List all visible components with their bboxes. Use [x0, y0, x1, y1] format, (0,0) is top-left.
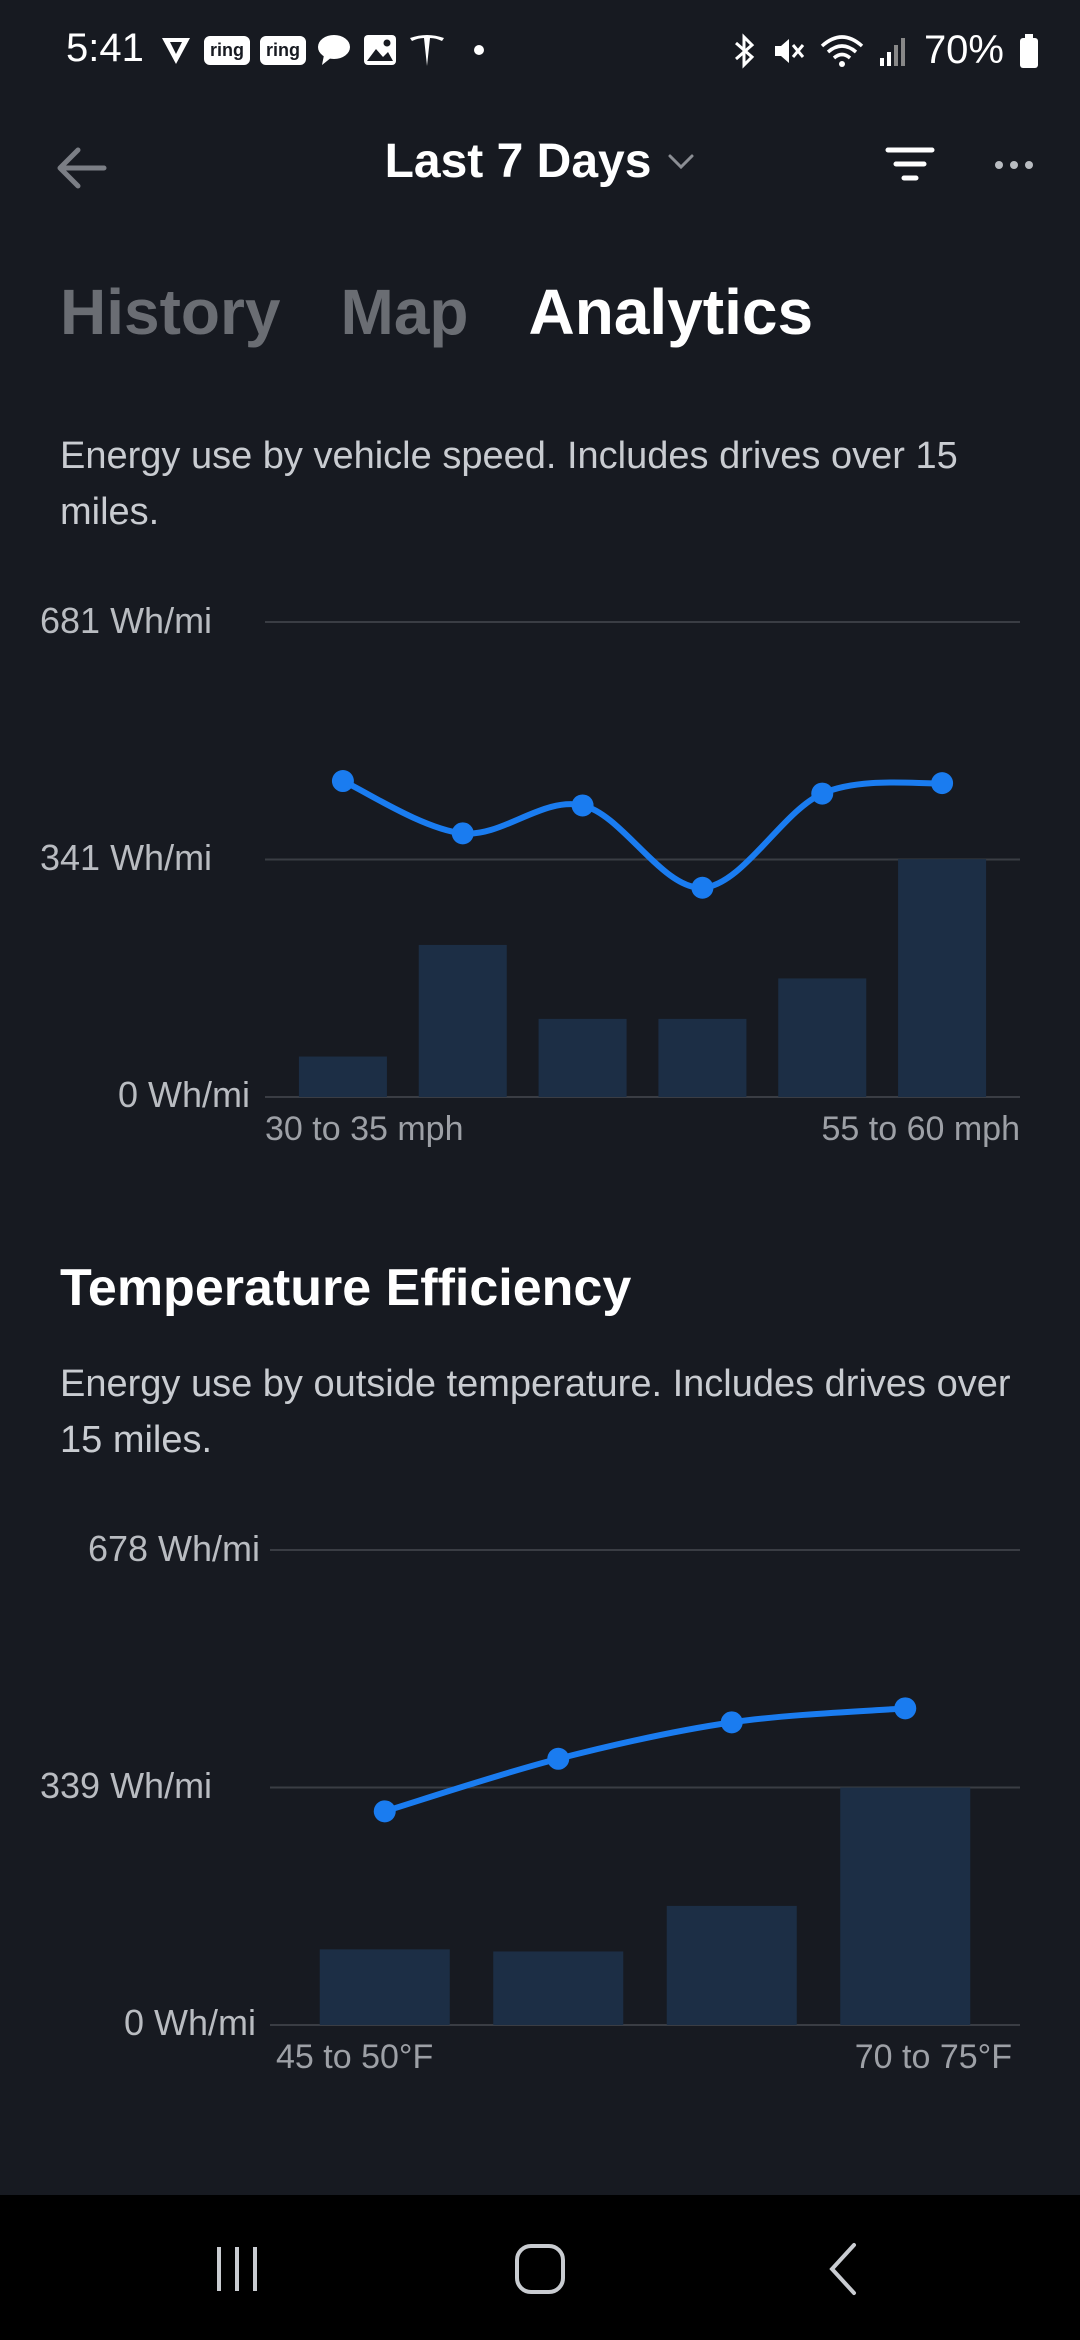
- bar: [493, 1951, 624, 2025]
- ring-icon: ring: [204, 35, 250, 65]
- x-tick-label: 45 to 50°F: [276, 2038, 434, 2076]
- y-tick-label: 339 Wh/mi: [40, 1765, 213, 1806]
- view-tabs: History Map Analytics: [60, 280, 813, 344]
- system-navigation-bar: [0, 2195, 1080, 2340]
- tab-map[interactable]: Map: [341, 280, 469, 344]
- temperature-chart-description: Energy use by outside temperature. Inclu…: [60, 1363, 1011, 1461]
- image-icon: [362, 33, 398, 67]
- data-point: [547, 1747, 570, 1770]
- filter-button[interactable]: [884, 142, 936, 188]
- more-notifications-dot: [474, 45, 484, 55]
- data-point: [373, 1800, 396, 1823]
- x-tick-label: 30 to 35 mph: [265, 1110, 464, 1148]
- status-time: 5:41: [66, 26, 144, 70]
- bar: [319, 1949, 450, 2025]
- speed-chart-description: Energy use by vehicle speed. Includes dr…: [60, 435, 958, 533]
- data-point: [331, 770, 354, 793]
- mute-icon: [772, 34, 806, 68]
- wifi-icon: [820, 34, 864, 68]
- bar: [298, 1056, 387, 1097]
- data-point: [451, 822, 474, 845]
- battery-icon: [1018, 33, 1040, 69]
- system-icons: 70%: [732, 28, 1040, 73]
- data-point: [571, 794, 594, 817]
- tab-analytics[interactable]: Analytics: [529, 280, 814, 344]
- speed-efficiency-chart: 681 Wh/mi 341 Wh/mi 0 Wh/mi 30 to 35 mph…: [0, 580, 1080, 1180]
- more-options-button[interactable]: [994, 158, 1034, 172]
- y-tick-label: 678 Wh/mi: [87, 1528, 260, 1569]
- x-tick-label: 55 to 60 mph: [821, 1110, 1020, 1148]
- date-range-label: Last 7 Days: [384, 135, 652, 188]
- x-tick-label: 70 to 75°F: [854, 2038, 1012, 2076]
- series-line: [381, 1705, 909, 1815]
- recent-apps-button[interactable]: [202, 2239, 272, 2299]
- bar: [538, 1018, 627, 1097]
- temperature-efficiency-chart: 678 Wh/mi 339 Wh/mi 0 Wh/mi 45 to 50°F 7…: [0, 1508, 1080, 2108]
- status-bar: 5:41 ring ring 70%: [0, 0, 1080, 105]
- y-tick-label: 0 Wh/mi: [117, 1074, 250, 1115]
- series-line: [339, 778, 946, 891]
- tesla-icon: [408, 32, 446, 68]
- y-tick-label: 0 Wh/mi: [123, 2002, 256, 2043]
- bar: [666, 1905, 797, 2025]
- home-icon: [515, 2244, 565, 2294]
- chevron-left-icon: [829, 2243, 856, 2295]
- bluetooth-icon: [732, 32, 758, 69]
- data-point: [894, 1697, 917, 1720]
- bar: [778, 978, 867, 1097]
- data-point: [811, 782, 834, 805]
- top-app-bar: Last 7 Days: [0, 120, 1080, 210]
- signal-icon: [878, 34, 910, 68]
- bar: [840, 1787, 971, 2025]
- temperature-efficiency-title: Temperature Efficiency: [60, 1259, 632, 1317]
- ring-icon: ring: [260, 35, 306, 65]
- y-tick-label: 681 Wh/mi: [40, 600, 213, 641]
- bar: [418, 944, 507, 1097]
- filter-icon: [885, 147, 935, 181]
- notification-icons: ring ring: [158, 32, 484, 68]
- data-point: [691, 876, 714, 899]
- bar: [898, 859, 987, 1097]
- chevron-down-icon: [668, 154, 694, 169]
- pinwheel-icon: [158, 32, 194, 68]
- more-horizontal-icon: [995, 161, 1033, 169]
- tab-history[interactable]: History: [60, 280, 281, 344]
- back-nav-button[interactable]: [808, 2239, 878, 2299]
- chat-bubble-icon: [316, 33, 352, 67]
- y-tick-label: 341 Wh/mi: [40, 837, 213, 878]
- data-point: [720, 1711, 743, 1734]
- battery-percent: 70%: [923, 28, 1004, 72]
- data-point: [931, 772, 954, 795]
- date-range-dropdown[interactable]: Last 7 Days: [385, 134, 696, 189]
- recent-apps-icon: [217, 2247, 257, 2291]
- home-button[interactable]: [505, 2239, 575, 2299]
- bar: [658, 1018, 747, 1097]
